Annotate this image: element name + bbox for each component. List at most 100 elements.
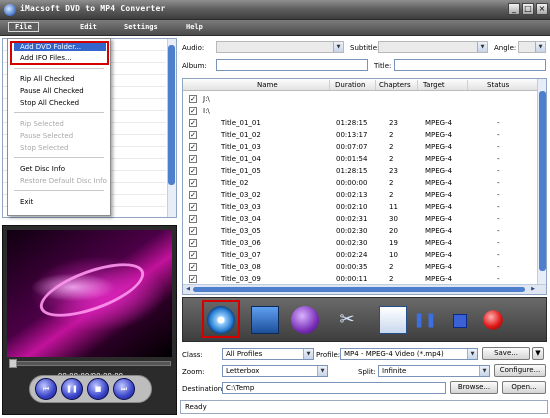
table-horizontal-thumb[interactable] (193, 287, 525, 292)
row-checkbox[interactable]: ✓ (189, 179, 197, 187)
row-checkbox[interactable]: ✓ (189, 119, 197, 127)
next-icon[interactable]: ⏭ (113, 378, 135, 400)
menu-stop-all-checked[interactable]: Stop All Checked (20, 99, 79, 107)
stop-icon[interactable] (445, 306, 473, 334)
table-row[interactable]: ✓ Title_03_05 00:02:30 20 MPEG-4 - (183, 225, 538, 237)
cell-name: Title_03_05 (221, 227, 261, 235)
cell-chapters: 2 (389, 155, 394, 163)
browse-button[interactable]: Browse... (450, 381, 498, 394)
row-checkbox[interactable]: ✓ (189, 143, 197, 151)
menu-get-disc-info[interactable]: Get Disc Info (20, 165, 65, 173)
profile-select[interactable]: MP4 - MPEG-4 Video (*.mp4) ▼ (340, 348, 478, 360)
table-row[interactable]: ✓ Title_03_06 00:02:30 19 MPEG-4 - (183, 237, 538, 249)
table-row[interactable]: ✓ Title_01_01 01:28:15 23 MPEG-4 - (183, 117, 538, 129)
menu-edit[interactable]: Edit (80, 23, 97, 31)
row-checkbox[interactable]: ✓ (189, 251, 197, 259)
angle-label: Angle: (494, 44, 517, 52)
table-row[interactable]: ✓ Title_03_07 00:02:24 10 MPEG-4 - (183, 249, 538, 261)
table-row[interactable]: ✓ Title_02 00:00:00 2 MPEG-4 - (183, 177, 538, 189)
menu-help[interactable]: Help (186, 23, 203, 31)
cell-duration: 00:02:31 (336, 215, 368, 223)
settings-doc-icon[interactable] (379, 306, 407, 334)
maximize-button[interactable]: □ (522, 3, 534, 15)
minimize-button[interactable]: _ (508, 3, 520, 15)
angle-select[interactable]: ▼ (518, 41, 546, 53)
stop-icon[interactable]: ■ (87, 378, 109, 400)
row-checkbox[interactable]: ✓ (189, 155, 197, 163)
column-duration[interactable]: Duration (335, 81, 365, 89)
table-row[interactable]: ✓ Title_03_04 00:02:31 30 MPEG-4 - (183, 213, 538, 225)
menu-file[interactable]: File (8, 22, 39, 32)
table-row[interactable]: ✓ Title_03_02 00:02:13 2 MPEG-4 - (183, 189, 538, 201)
menu-settings[interactable]: Settings (124, 23, 158, 31)
split-select[interactable]: Infinite ▼ (378, 365, 490, 377)
cell-duration: 00:02:30 (336, 239, 368, 247)
table-horizontal-scrollbar[interactable]: ◀ ▶ (183, 284, 546, 294)
class-label: Class: (182, 351, 203, 359)
scroll-left-icon[interactable]: ◀ (184, 286, 192, 293)
chevron-down-icon[interactable]: ▼ (532, 347, 544, 360)
table-row[interactable]: ✓ Title_01_04 00:01:54 2 MPEG-4 - (183, 153, 538, 165)
table-row[interactable]: ✓ Title_01_05 01:28:15 23 MPEG-4 - (183, 165, 538, 177)
save-button[interactable]: Save... (482, 347, 530, 360)
menu-rip-all-checked[interactable]: Rip All Checked (20, 75, 74, 83)
row-checkbox[interactable]: ✓ (189, 167, 197, 175)
prev-icon[interactable]: ⏮ (35, 378, 57, 400)
cell-target: MPEG-4 (425, 215, 453, 223)
menu-pause-all-checked[interactable]: Pause All Checked (20, 87, 84, 95)
tree-scroll-thumb[interactable] (168, 45, 175, 185)
cell-name: Title_03_07 (221, 251, 261, 259)
row-checkbox[interactable]: ✓ (189, 215, 197, 223)
row-checkbox[interactable]: ✓ (189, 239, 197, 247)
zoom-select[interactable]: Letterbox ▼ (222, 365, 328, 377)
scroll-right-icon[interactable]: ▶ (529, 286, 537, 293)
subtitle-select[interactable]: ▼ (378, 41, 488, 53)
row-checkbox[interactable]: ✓ (189, 191, 197, 199)
seek-bar[interactable] (11, 361, 171, 366)
configure-button[interactable]: Configure... (494, 364, 546, 377)
pause-icon[interactable]: ❚❚ (411, 306, 439, 334)
row-checkbox[interactable]: ✓ (189, 263, 197, 271)
title-input[interactable] (394, 59, 546, 71)
title-bar[interactable]: iMacsoft DVD to MP4 Converter _ □ × (0, 0, 550, 20)
table-row[interactable]: ✓ Title_01_03 00:07:07 2 MPEG-4 - (183, 141, 538, 153)
pause-icon[interactable]: ❚❚ (61, 378, 83, 400)
row-checkbox[interactable]: ✓ (189, 131, 197, 139)
disc-info-icon[interactable] (291, 306, 319, 334)
column-name[interactable]: Name (257, 81, 278, 89)
seek-knob[interactable] (9, 359, 17, 368)
close-button[interactable]: × (536, 3, 548, 15)
trim-icon[interactable]: ✂ (333, 306, 361, 334)
row-checkbox[interactable]: ✓ (189, 227, 197, 235)
table-vertical-scrollbar[interactable] (537, 79, 546, 284)
drive-row[interactable]: ✓ J:\ (183, 93, 538, 105)
drive-row[interactable]: ✓ I:\ (183, 105, 538, 117)
table-header: Name Duration Chapters Target Status (183, 79, 538, 91)
tree-scrollbar[interactable] (167, 39, 176, 217)
album-input[interactable] (216, 59, 368, 71)
cell-target: MPEG-4 (425, 119, 453, 127)
row-checkbox[interactable]: ✓ (189, 107, 197, 115)
cell-chapters: 30 (389, 215, 398, 223)
column-target[interactable]: Target (423, 81, 445, 89)
import-icon[interactable] (251, 306, 279, 334)
table-row[interactable]: ✓ Title_03_08 00:00:35 2 MPEG-4 - (183, 261, 538, 273)
title-list[interactable]: Name Duration Chapters Target Status ✓ J… (182, 78, 547, 295)
table-vertical-thumb[interactable] (539, 91, 546, 271)
open-button[interactable]: Open... (502, 381, 546, 394)
destination-input[interactable]: C:\Temp (222, 382, 446, 394)
table-row[interactable]: ✓ Title_03_03 00:02:10 11 MPEG-4 - (183, 201, 538, 213)
menu-exit[interactable]: Exit (20, 198, 33, 206)
row-checkbox[interactable]: ✓ (189, 95, 197, 103)
audio-select[interactable]: ▼ (216, 41, 344, 53)
row-checkbox[interactable]: ✓ (189, 275, 197, 283)
chevron-down-icon: ▼ (333, 42, 343, 52)
class-select[interactable]: All Profiles ▼ (222, 348, 314, 360)
column-status[interactable]: Status (487, 81, 509, 89)
row-checkbox[interactable]: ✓ (189, 203, 197, 211)
table-row[interactable]: ✓ Title_01_02 00:13:17 2 MPEG-4 - (183, 129, 538, 141)
record-icon[interactable] (483, 310, 503, 330)
convert-disc-icon[interactable] (207, 306, 235, 334)
column-chapters[interactable]: Chapters (379, 81, 411, 89)
cell-chapters: 2 (389, 143, 394, 151)
